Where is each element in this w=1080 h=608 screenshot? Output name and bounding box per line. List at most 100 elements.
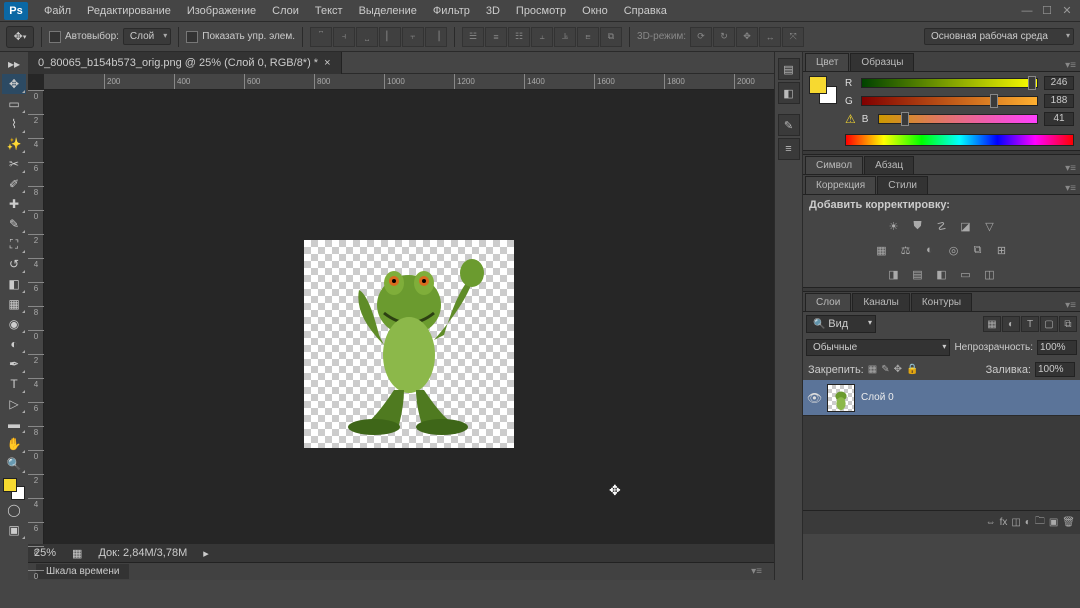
- pan-3d-icon[interactable]: ✥: [736, 27, 758, 47]
- tab-paths[interactable]: Контуры: [911, 293, 972, 311]
- menu-text[interactable]: Текст: [307, 0, 351, 22]
- filter-shape-icon[interactable]: ▢: [1040, 316, 1058, 332]
- expand-toolbar-icon[interactable]: ▸▸: [2, 54, 26, 74]
- align-hcenter-icon[interactable]: ⫟: [402, 27, 424, 47]
- menu-3d[interactable]: 3D: [478, 0, 508, 22]
- selectivecolor-icon[interactable]: ◫: [980, 265, 1000, 283]
- filter-smart-icon[interactable]: ⧉: [1059, 316, 1077, 332]
- quickmask-tool[interactable]: ◯: [2, 500, 26, 520]
- properties-dock-icon[interactable]: ◧: [778, 82, 800, 104]
- filter-text-icon[interactable]: T: [1021, 316, 1039, 332]
- eyedropper-tool[interactable]: ✐: [2, 174, 26, 194]
- new-layer-icon[interactable]: ▣: [1049, 517, 1058, 528]
- screenmode-tool[interactable]: ▣: [2, 520, 26, 540]
- scale-3d-icon[interactable]: ⤧: [782, 27, 804, 47]
- dist-left-icon[interactable]: ⫠: [531, 27, 553, 47]
- zoom-tool[interactable]: 🔍: [2, 454, 26, 474]
- maximize-icon[interactable]: ☐: [1038, 4, 1056, 18]
- timeline-tab[interactable]: Шкала времени: [36, 564, 129, 579]
- tab-adjustments[interactable]: Коррекция: [805, 176, 876, 194]
- brushes-dock-icon[interactable]: ✎: [778, 114, 800, 136]
- gradient-tool[interactable]: ▦: [2, 294, 26, 314]
- brush-tool[interactable]: ✎: [2, 214, 26, 234]
- move-tool-icon[interactable]: ✥▾: [6, 26, 34, 48]
- layer-fx-icon[interactable]: fx: [1000, 517, 1008, 528]
- paragraph-dock-icon[interactable]: ≡: [778, 138, 800, 160]
- ruler-vertical[interactable]: 024680246802468024680: [28, 90, 44, 544]
- fill-value[interactable]: 100%: [1035, 362, 1075, 377]
- tab-symbol[interactable]: Символ: [805, 156, 863, 174]
- channelmixer-icon[interactable]: ⧉: [968, 241, 988, 259]
- lock-trans-icon[interactable]: ▦: [868, 364, 877, 375]
- document-tab[interactable]: 0_80065_b154b573_orig.png @ 25% (Слой 0,…: [28, 52, 342, 74]
- curves-icon[interactable]: ☡: [932, 217, 952, 235]
- panel-color-swatch[interactable]: [809, 76, 837, 104]
- layer-kind-dropdown[interactable]: 🔍 Вид: [806, 315, 876, 333]
- blur-tool[interactable]: ◉: [2, 314, 26, 334]
- blendmode-dropdown[interactable]: Обычные: [806, 339, 950, 356]
- align-left-icon[interactable]: ▏: [379, 27, 401, 47]
- align-right-icon[interactable]: ▕: [425, 27, 447, 47]
- b-slider[interactable]: [878, 114, 1038, 124]
- close-icon[interactable]: ✕: [1058, 4, 1076, 18]
- dist-bottom-icon[interactable]: ☷: [508, 27, 530, 47]
- tab-styles[interactable]: Стили: [877, 176, 928, 194]
- vibrance-icon[interactable]: ▽: [980, 217, 1000, 235]
- dist-vcenter-icon[interactable]: ≡: [485, 27, 507, 47]
- dodge-tool[interactable]: ◐: [2, 334, 26, 354]
- tab-swatches[interactable]: Образцы: [850, 53, 914, 71]
- crop-tool[interactable]: ✂: [2, 154, 26, 174]
- marquee-tool[interactable]: ▭: [2, 94, 26, 114]
- layer-item[interactable]: 👁 Слой 0: [803, 380, 1080, 416]
- menu-select[interactable]: Выделение: [351, 0, 425, 22]
- lasso-tool[interactable]: ⌇: [2, 114, 26, 134]
- colorbalance-icon[interactable]: ⚖: [896, 241, 916, 259]
- layer-thumb[interactable]: [827, 384, 855, 412]
- levels-icon[interactable]: ⛊: [908, 217, 928, 235]
- filter-pixel-icon[interactable]: ▦: [983, 316, 1001, 332]
- tab-color[interactable]: Цвет: [805, 53, 849, 71]
- magic-wand-tool[interactable]: ✨: [2, 134, 26, 154]
- color-panel-menu-icon[interactable]: ▾≡: [1061, 60, 1080, 71]
- timeline-menu-icon[interactable]: ▾≡: [747, 566, 766, 577]
- hand-tool[interactable]: ✋: [2, 434, 26, 454]
- adj-panel-menu-icon[interactable]: ▾≡: [1061, 183, 1080, 194]
- pen-tool[interactable]: ✒: [2, 354, 26, 374]
- menu-layers[interactable]: Слои: [264, 0, 307, 22]
- path-select-tool[interactable]: ▷: [2, 394, 26, 414]
- visibility-icon[interactable]: 👁: [807, 391, 821, 405]
- gradientmap-icon[interactable]: ▭: [956, 265, 976, 283]
- stamp-tool[interactable]: ⛶: [2, 234, 26, 254]
- new-adj-icon[interactable]: ◐: [1025, 517, 1031, 528]
- menu-image[interactable]: Изображение: [179, 0, 264, 22]
- b-value[interactable]: 41: [1044, 112, 1074, 126]
- roll-3d-icon[interactable]: ↻: [713, 27, 735, 47]
- canvas[interactable]: [304, 240, 514, 448]
- menu-filter[interactable]: Фильтр: [425, 0, 478, 22]
- shape-tool[interactable]: ▬: [2, 414, 26, 434]
- bw-icon[interactable]: ◐: [920, 241, 940, 259]
- dist-right-icon[interactable]: ⫢: [577, 27, 599, 47]
- delete-layer-icon[interactable]: 🗑: [1062, 517, 1075, 528]
- dist-hcenter-icon[interactable]: ⫡: [554, 27, 576, 47]
- lock-all-icon[interactable]: 🔒: [906, 364, 918, 375]
- brightness-icon[interactable]: ☀: [884, 217, 904, 235]
- g-slider[interactable]: [861, 96, 1038, 106]
- dist-top-icon[interactable]: ☱: [462, 27, 484, 47]
- lock-pixel-icon[interactable]: ✎: [881, 364, 889, 375]
- slide-3d-icon[interactable]: ↔: [759, 27, 781, 47]
- symbol-panel-menu-icon[interactable]: ▾≡: [1061, 163, 1080, 174]
- auto-align-icon[interactable]: ⧉: [600, 27, 622, 47]
- menu-help[interactable]: Справка: [616, 0, 675, 22]
- menu-window[interactable]: Окно: [574, 0, 616, 22]
- menu-view[interactable]: Просмотр: [508, 0, 574, 22]
- posterize-icon[interactable]: ▤: [908, 265, 928, 283]
- status-arrow-icon[interactable]: ▸: [203, 547, 209, 560]
- doc-info[interactable]: Док: 2,84M/3,78M: [98, 547, 187, 559]
- canvas-viewport[interactable]: ✥: [44, 90, 774, 544]
- colorlookup-icon[interactable]: ⊞: [992, 241, 1012, 259]
- layers-panel-menu-icon[interactable]: ▾≡: [1061, 300, 1080, 311]
- lock-pos-icon[interactable]: ✥: [894, 364, 902, 375]
- spectrum-bar[interactable]: [845, 134, 1074, 146]
- text-tool[interactable]: T: [2, 374, 26, 394]
